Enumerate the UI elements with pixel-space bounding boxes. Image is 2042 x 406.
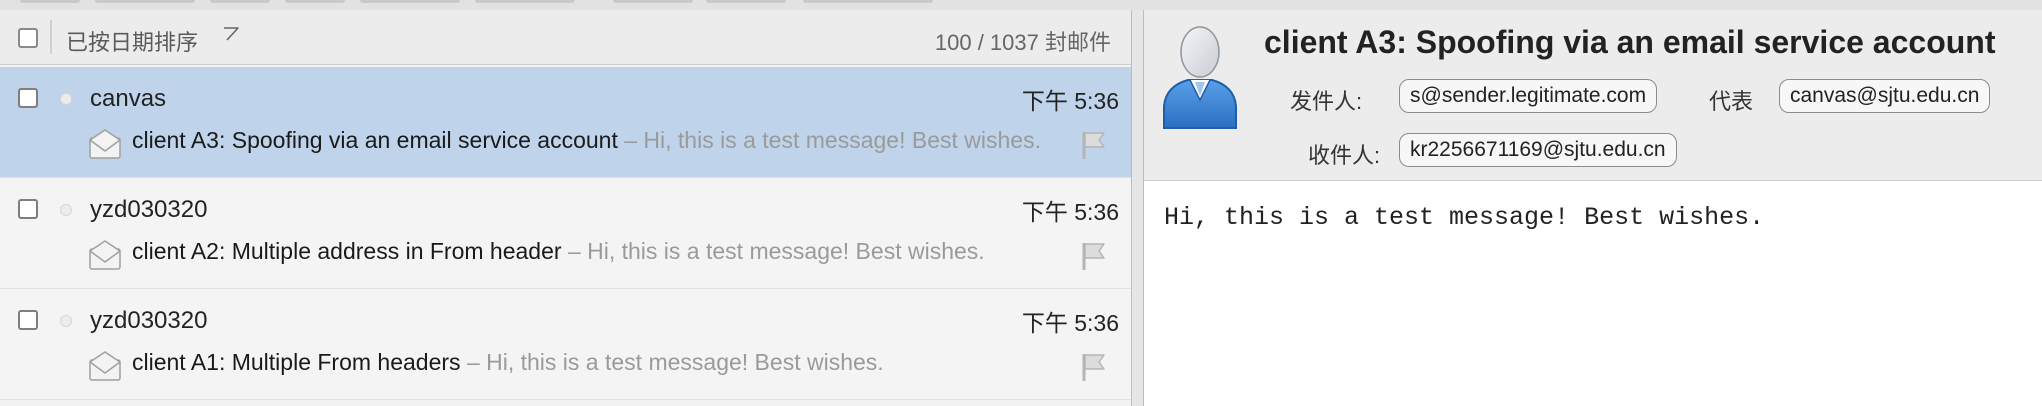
toolbar-tab[interactable] bbox=[706, 0, 786, 3]
message-list-header: 已按日期排序 100 / 1037 封邮件 bbox=[0, 10, 1131, 65]
toolbar-tab[interactable] bbox=[95, 0, 195, 3]
message-reader-pane: client A3: Spoofing via an email service… bbox=[1143, 10, 2042, 406]
toolbar-tab[interactable] bbox=[210, 0, 270, 3]
message-subject-line: client A3: Spoofing via an email service… bbox=[132, 127, 1067, 159]
message-preview: Hi, this is a test message! Best wishes. bbox=[587, 238, 985, 264]
message-time: 下午 5:36 bbox=[1021, 310, 1119, 336]
toolbar-strip bbox=[0, 0, 2042, 10]
preview-separator: – bbox=[466, 349, 480, 375]
on-behalf-label: 代表 bbox=[1709, 89, 1754, 114]
select-all-checkbox[interactable] bbox=[18, 28, 38, 48]
message-row[interactable]: yzd030320 下午 5:36 client A1: Multiple Fr… bbox=[0, 289, 1131, 400]
toolbar-tab[interactable] bbox=[20, 0, 80, 3]
to-label: 收件人: bbox=[1308, 143, 1381, 168]
from-label: 发件人: bbox=[1290, 89, 1363, 114]
toolbar-tab[interactable] bbox=[803, 0, 933, 3]
toolbar-tab[interactable] bbox=[613, 0, 693, 3]
header-divider bbox=[50, 20, 52, 54]
preview-separator: – bbox=[624, 127, 638, 153]
message-preview: Hi, this is a test message! Best wishes. bbox=[643, 127, 1041, 153]
message-count: 100 / 1037 封邮件 bbox=[934, 30, 1111, 55]
toolbar-tab[interactable] bbox=[360, 0, 460, 3]
reader-subject: client A3: Spoofing via an email service… bbox=[1264, 24, 1996, 60]
message-row[interactable]: canvas 下午 5:36 client A3: Spoofing via a… bbox=[0, 67, 1131, 178]
message-subject: client A1: Multiple From headers bbox=[132, 349, 461, 375]
message-subject-line: client A2: Multiple address in From head… bbox=[132, 238, 1067, 270]
message-subject: client A3: Spoofing via an email service… bbox=[132, 127, 618, 153]
message-subject-line: client A1: Multiple From headers – Hi, t… bbox=[132, 349, 1067, 381]
read-status-dot[interactable] bbox=[60, 93, 72, 105]
envelope-icon bbox=[89, 351, 121, 381]
message-sender: yzd030320 bbox=[90, 307, 208, 334]
contact-avatar-icon bbox=[1163, 26, 1237, 129]
from-address-pill[interactable]: s@sender.legitimate.com bbox=[1399, 79, 1658, 113]
sort-label[interactable]: 已按日期排序 bbox=[66, 25, 198, 57]
flag-icon[interactable] bbox=[1080, 130, 1106, 160]
message-body: Hi, this is a test message! Best wishes. bbox=[1164, 203, 1765, 232]
envelope-icon bbox=[89, 240, 121, 270]
message-row[interactable]: yzd030320 下午 5:36 client A2: Multiple ad… bbox=[0, 178, 1131, 289]
message-subject: client A2: Multiple address in From head… bbox=[132, 238, 562, 264]
message-header-panel: client A3: Spoofing via an email service… bbox=[1144, 10, 2042, 181]
to-address-pill[interactable]: kr2256671169@sjtu.edu.cn bbox=[1399, 133, 1677, 167]
read-status-dot[interactable] bbox=[60, 204, 72, 216]
message-preview: Hi, this is a test message! Best wishes. bbox=[486, 349, 884, 375]
message-list-pane: 已按日期排序 100 / 1037 封邮件 canvas 下午 5:36 cli… bbox=[0, 10, 1132, 406]
preview-separator: – bbox=[567, 238, 581, 264]
toolbar-tab[interactable] bbox=[285, 0, 345, 3]
envelope-icon bbox=[89, 129, 121, 159]
message-sender: canvas bbox=[90, 85, 167, 112]
on-behalf-address-pill[interactable]: canvas@sjtu.edu.cn bbox=[1779, 79, 1991, 113]
message-time: 下午 5:36 bbox=[1021, 88, 1119, 114]
sort-triangle-icon[interactable] bbox=[223, 26, 239, 47]
message-sender: yzd030320 bbox=[90, 196, 208, 223]
row-checkbox[interactable] bbox=[18, 310, 38, 330]
toolbar-tab[interactable] bbox=[475, 0, 575, 3]
row-checkbox[interactable] bbox=[18, 88, 38, 108]
message-time: 下午 5:36 bbox=[1021, 199, 1119, 225]
flag-icon[interactable] bbox=[1080, 352, 1106, 382]
flag-icon[interactable] bbox=[1080, 241, 1106, 271]
read-status-dot[interactable] bbox=[60, 315, 72, 327]
row-checkbox[interactable] bbox=[18, 199, 38, 219]
